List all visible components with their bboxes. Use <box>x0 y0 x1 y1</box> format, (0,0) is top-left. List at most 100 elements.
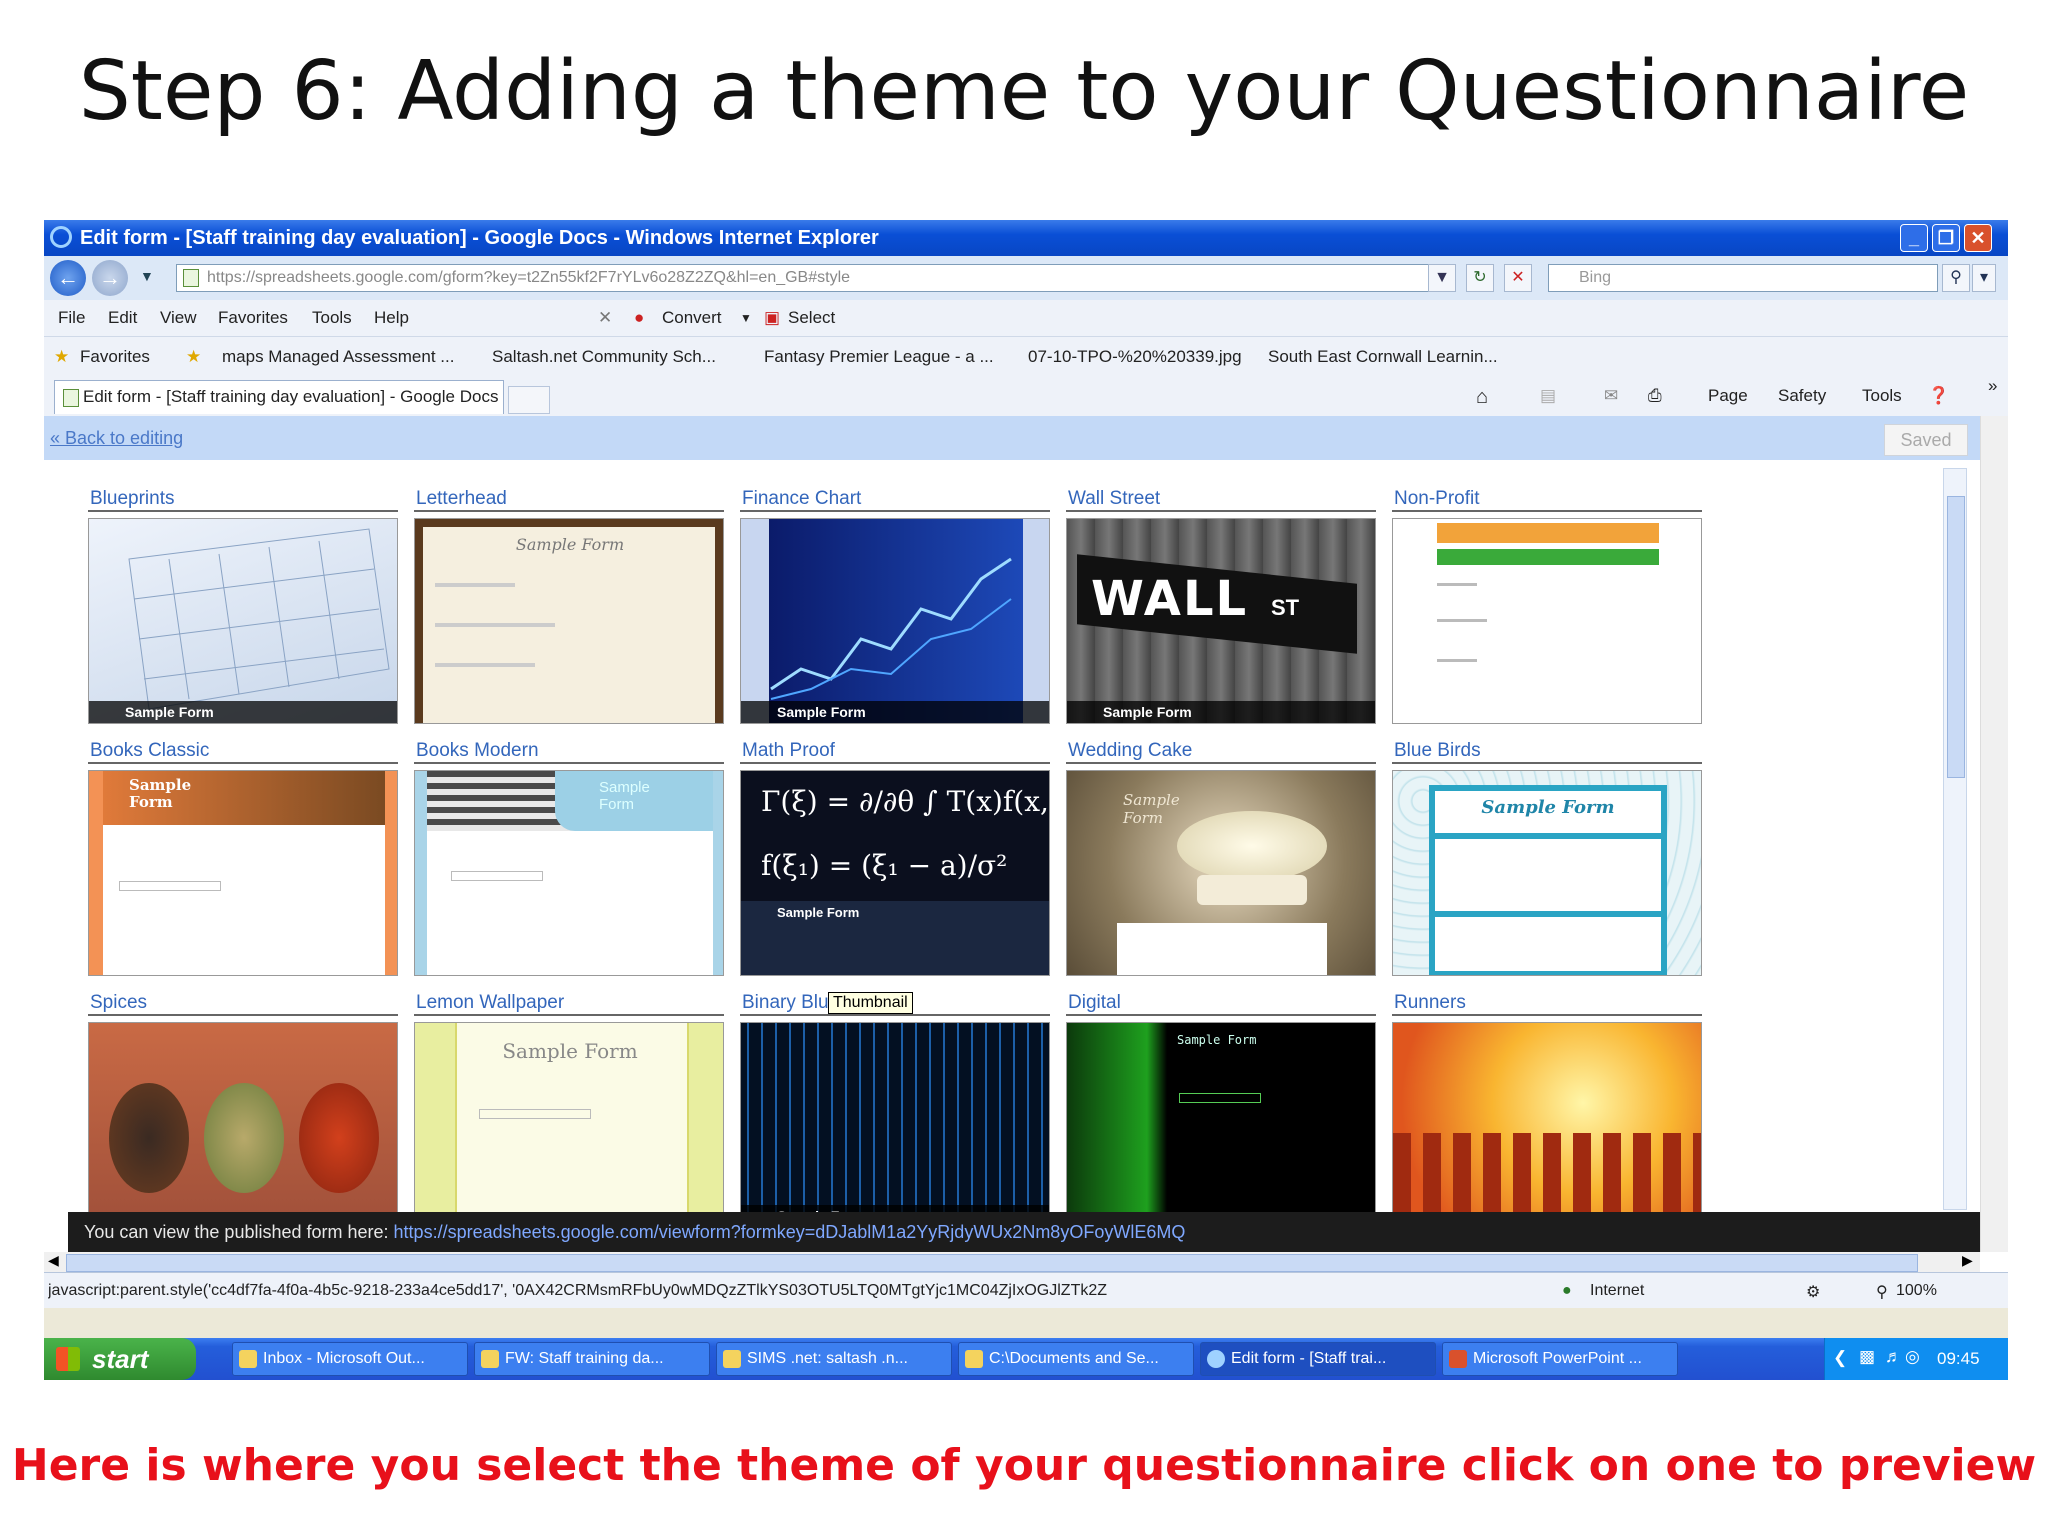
window-title: Edit form - [Staff training day evaluati… <box>80 227 879 249</box>
home-icon[interactable]: ⌂ <box>1476 386 1488 409</box>
tools-menu[interactable]: Tools <box>1862 386 1902 406</box>
saved-button[interactable]: Saved <box>1884 424 1968 456</box>
history-dropdown-icon[interactable]: ▼ <box>140 268 154 284</box>
search-options-icon[interactable]: ▾ <box>1972 264 1996 292</box>
theme-math-proof[interactable]: Math Proof Γ(ξ) = ∂/∂θ ∫ T(x)f(x,θ)dx f(… <box>740 740 1050 976</box>
feeds-icon[interactable]: ▤ <box>1540 386 1556 406</box>
theme-thumbnail[interactable]: Sample Form <box>740 518 1050 724</box>
theme-thumbnail[interactable]: Sample Form <box>1392 770 1702 976</box>
theme-blue-birds[interactable]: Blue Birds Sample Form <box>1392 740 1702 976</box>
addon-close-icon[interactable]: ✕ <box>598 308 612 328</box>
stop-icon[interactable]: ✕ <box>1504 264 1532 292</box>
task-powerpoint[interactable]: Microsoft PowerPoint ... <box>1442 1342 1678 1376</box>
favorite-item-south-east-cornwall[interactable]: South East Cornwall Learnin... <box>1268 347 1498 367</box>
theme-blueprints[interactable]: Blueprints Sample Form <box>88 488 398 724</box>
windows-logo-icon <box>56 1347 80 1371</box>
theme-binary-blue[interactable]: Binary Blu Sample Form <box>740 992 1050 1228</box>
theme-thumbnail[interactable]: Sample Form <box>414 518 724 724</box>
theme-wedding-cake[interactable]: Wedding Cake Sample Form <box>1066 740 1376 976</box>
theme-books-modern[interactable]: Books Modern Sample Form <box>414 740 724 976</box>
menu-view[interactable]: View <box>160 308 197 328</box>
menu-file[interactable]: File <box>58 308 85 328</box>
mail-icon[interactable]: ✉ <box>1604 386 1618 406</box>
address-dropdown-icon[interactable]: ▼ <box>1428 264 1456 292</box>
menu-edit[interactable]: Edit <box>108 308 137 328</box>
select-button[interactable]: Select <box>788 308 835 328</box>
scroll-left-icon[interactable]: ◀ <box>48 1252 59 1269</box>
volume-icon[interactable]: ♬ <box>1885 1347 1902 1367</box>
theme-digital[interactable]: Digital Sample Form <box>1066 992 1376 1228</box>
help-icon[interactable]: ❓ <box>1928 386 1949 406</box>
theme-books-classic[interactable]: Books Classic Sample Form <box>88 740 398 976</box>
search-input[interactable]: Bing <box>1548 264 1938 292</box>
tab-row: Edit form - [Staff training day evaluati… <box>44 376 2008 417</box>
theme-thumbnail[interactable] <box>88 1022 398 1228</box>
select-icon: ▣ <box>764 308 781 327</box>
theme-thumbnail[interactable]: Γ(ξ) = ∂/∂θ ∫ T(x)f(x,θ)dx f(ξ₁) = (ξ₁ −… <box>740 770 1050 976</box>
safety-menu[interactable]: Safety <box>1778 386 1826 406</box>
published-form-link[interactable]: https://spreadsheets.google.com/viewform… <box>394 1222 1186 1242</box>
scroll-right-icon[interactable]: ▶ <box>1962 1252 1973 1269</box>
theme-thumbnail[interactable]: Sample Form <box>414 770 724 976</box>
theme-spices[interactable]: Spices <box>88 992 398 1228</box>
theme-thumbnail[interactable]: Sample Form <box>1066 1022 1376 1228</box>
outer-vertical-scrollbar[interactable] <box>1943 416 2008 1252</box>
more-chevron-icon[interactable]: » <box>1988 376 1997 396</box>
horizontal-scrollbar[interactable]: ◀ ▶ <box>44 1252 1980 1272</box>
theme-name: Books Modern <box>414 740 724 764</box>
scrollbar-thumb[interactable] <box>66 1254 1918 1272</box>
theme-letterhead[interactable]: Letterhead Sample Form <box>414 488 724 724</box>
tab-edit-form[interactable]: Edit form - [Staff training day evaluati… <box>54 380 504 414</box>
theme-non-profit[interactable]: Non-Profit <box>1392 488 1702 724</box>
task-outlook[interactable]: Inbox - Microsoft Out... <box>232 1342 468 1376</box>
favorite-item-maps[interactable]: maps Managed Assessment ... <box>222 347 454 367</box>
scrollbar-thumb[interactable] <box>1947 496 1965 778</box>
theme-runners[interactable]: Runners <box>1392 992 1702 1228</box>
security-icon[interactable]: ◎ <box>1905 1347 1920 1367</box>
theme-wall-street[interactable]: Wall Street WALL ST Sample Form <box>1066 488 1376 724</box>
theme-finance-chart[interactable]: Finance Chart Sample Form <box>740 488 1050 724</box>
theme-thumbnail[interactable]: Sample Form <box>88 518 398 724</box>
favorite-item-fantasy-premier-league[interactable]: Fantasy Premier League - a ... <box>764 347 994 367</box>
theme-lemon-wallpaper[interactable]: Lemon Wallpaper Sample Form <box>414 992 724 1228</box>
favorite-item-saltash[interactable]: Saltash.net Community Sch... <box>492 347 716 367</box>
restore-button[interactable]: ❐ <box>1932 224 1960 252</box>
task-sims[interactable]: SIMS .net: saltash .n... <box>716 1342 952 1376</box>
task-explorer[interactable]: C:\Documents and Se... <box>958 1342 1194 1376</box>
protected-mode-icon[interactable]: ⚙ <box>1806 1282 1820 1302</box>
menu-tools[interactable]: Tools <box>312 308 352 328</box>
page-menu[interactable]: Page <box>1708 386 1748 406</box>
theme-thumbnail[interactable] <box>1392 1022 1702 1228</box>
task-ie[interactable]: Edit form - [Staff trai... <box>1200 1342 1436 1376</box>
search-icon[interactable]: ⚲ <box>1942 264 1970 292</box>
zoom-level[interactable]: 100% <box>1896 1282 1937 1300</box>
menu-help[interactable]: Help <box>374 308 409 328</box>
tray-chevron-icon[interactable]: ❮ <box>1833 1348 1847 1368</box>
clock[interactable]: 09:45 <box>1937 1349 1980 1369</box>
theme-thumbnail[interactable]: Sample Form <box>88 770 398 976</box>
zoom-icon[interactable]: ⚲ <box>1876 1282 1888 1302</box>
favorite-item-jpg[interactable]: 07-10-TPO-%20%20339.jpg <box>1028 347 1242 367</box>
add-favorite-icon[interactable]: ★ <box>186 347 201 367</box>
theme-thumbnail[interactable] <box>1392 518 1702 724</box>
print-icon[interactable]: ⎙ <box>1648 386 1662 406</box>
favorites-button[interactable]: Favorites <box>80 347 150 367</box>
back-to-editing-link[interactable]: « Back to editing <box>50 428 183 449</box>
refresh-icon[interactable]: ↻ <box>1466 264 1494 292</box>
address-bar[interactable]: https://spreadsheets.google.com/gform?ke… <box>176 264 1456 292</box>
theme-thumbnail[interactable]: Sample Form <box>1066 770 1376 976</box>
theme-thumbnail[interactable]: WALL ST Sample Form <box>1066 518 1376 724</box>
convert-dropdown-icon[interactable]: ▼ <box>740 311 752 325</box>
task-email[interactable]: FW: Staff training da... <box>474 1342 710 1376</box>
menu-favorites[interactable]: Favorites <box>218 308 288 328</box>
new-tab-button[interactable] <box>508 386 550 414</box>
convert-button[interactable]: Convert <box>662 308 722 328</box>
start-button[interactable]: start <box>44 1338 196 1380</box>
theme-thumbnail[interactable]: Sample Form <box>740 1022 1050 1228</box>
network-icon[interactable]: ▩ <box>1859 1347 1875 1367</box>
forward-button[interactable]: → <box>92 260 128 296</box>
theme-thumbnail[interactable]: Sample Form <box>414 1022 724 1228</box>
back-button[interactable]: ← <box>50 260 86 296</box>
close-button[interactable]: ✕ <box>1964 224 1992 252</box>
minimize-button[interactable]: _ <box>1900 224 1928 252</box>
